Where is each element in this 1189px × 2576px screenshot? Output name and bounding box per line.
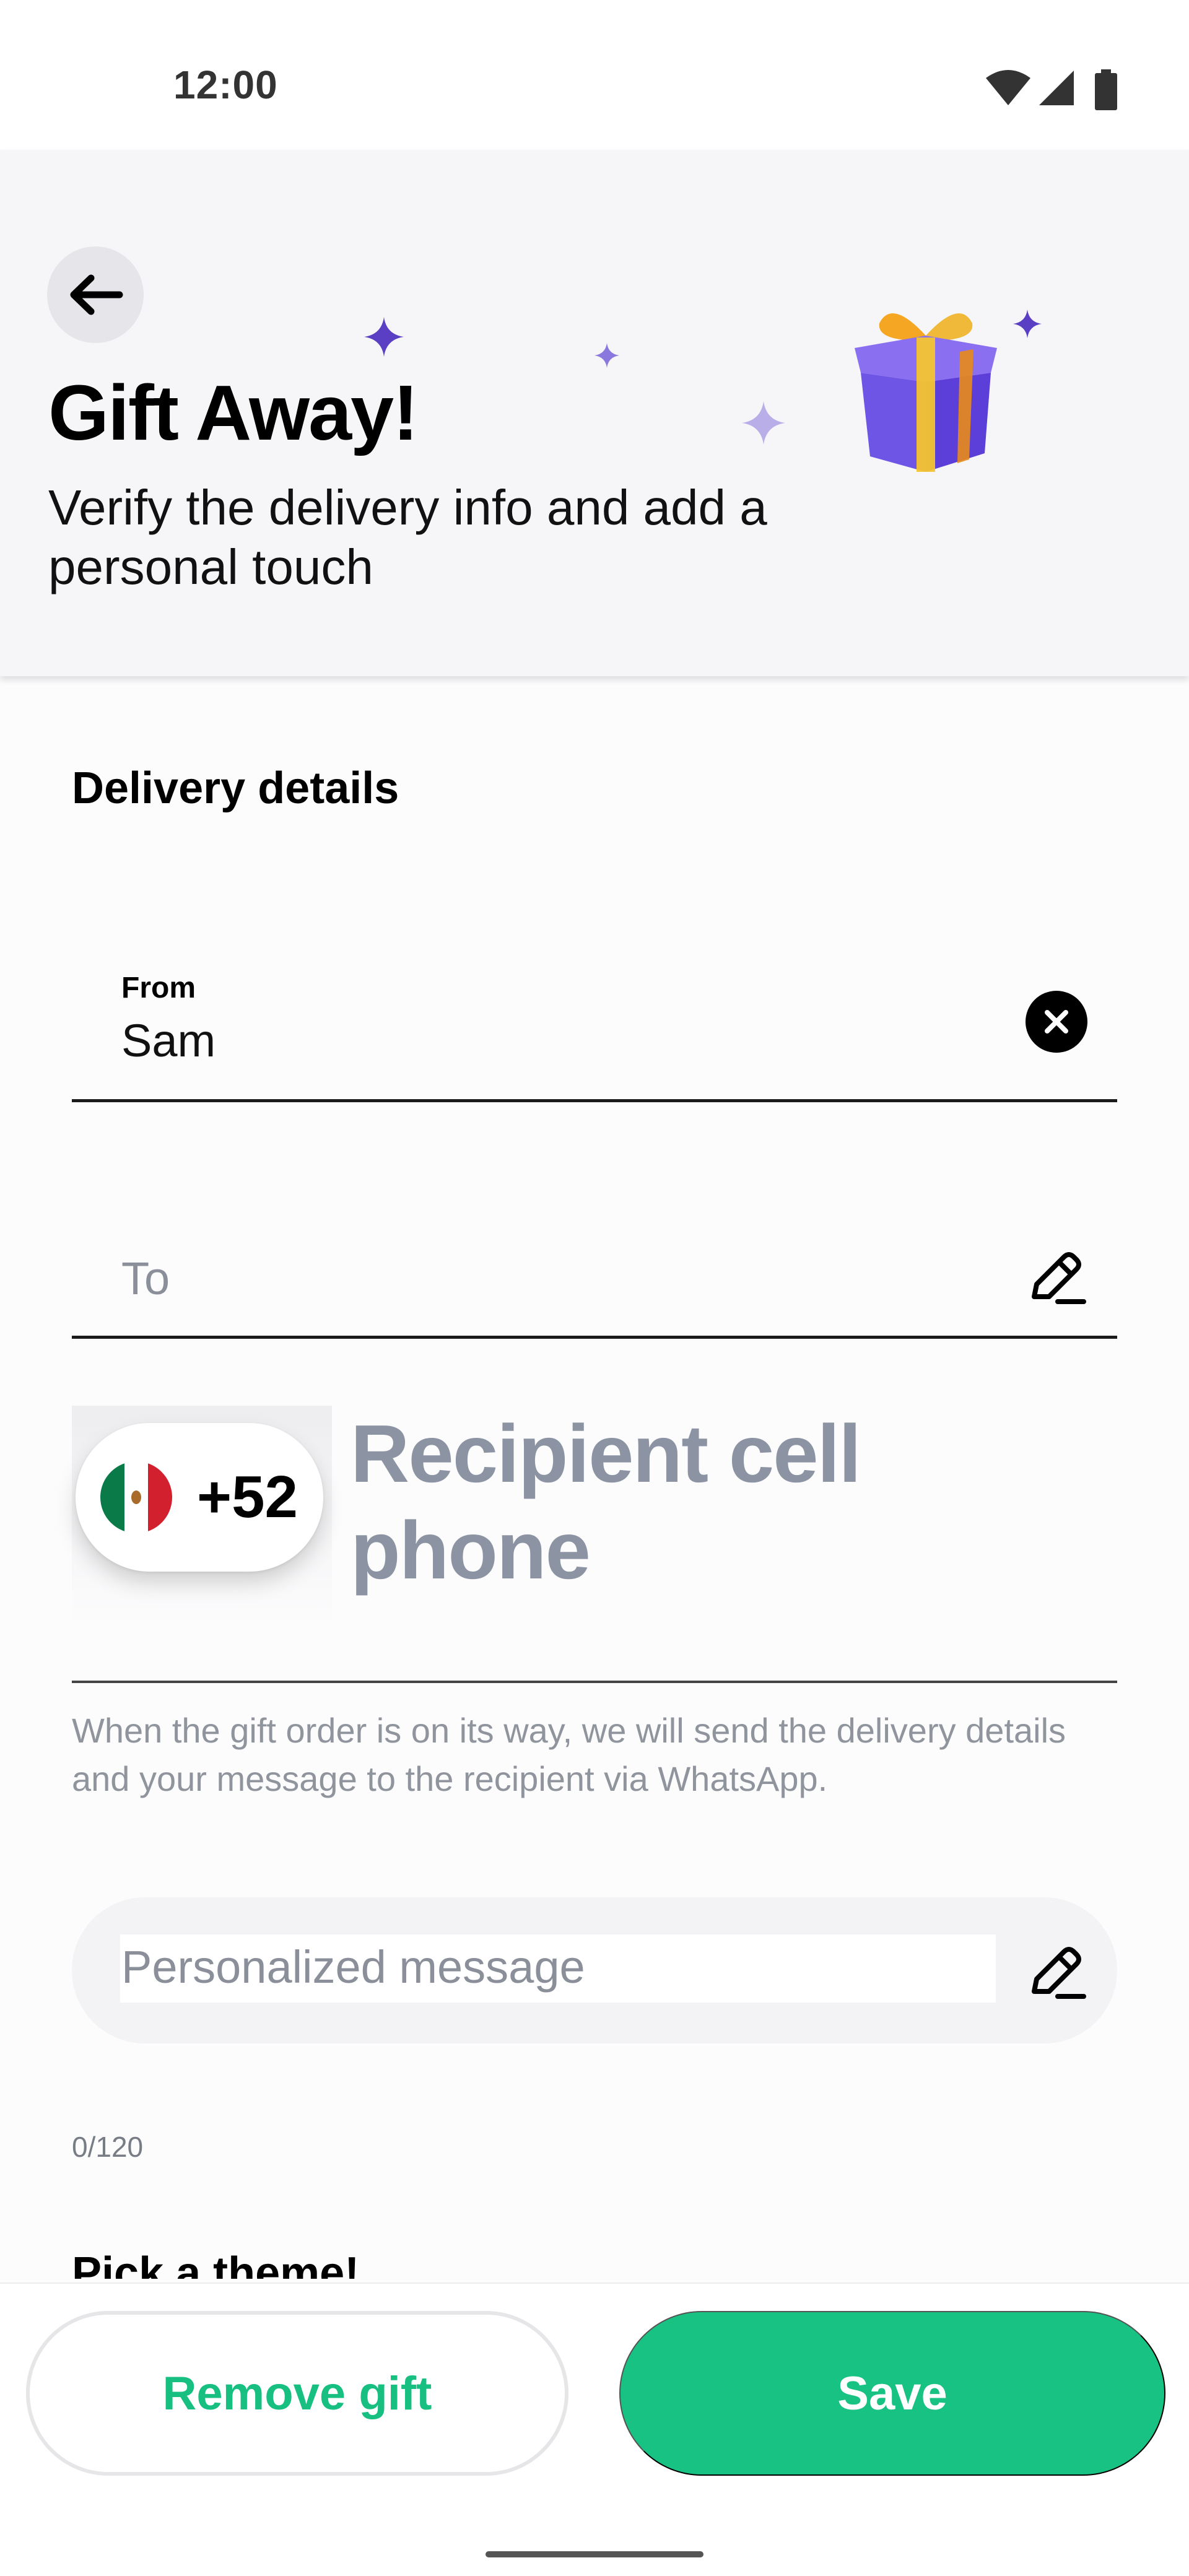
to-field[interactable]: To — [72, 1189, 1117, 1339]
remove-gift-button[interactable]: Remove gift — [26, 2311, 568, 2476]
sparkle-icon — [1013, 310, 1042, 338]
save-button[interactable]: Save — [619, 2311, 1165, 2476]
from-value[interactable]: Sam — [121, 1014, 216, 1067]
country-code: +52 — [197, 1464, 298, 1530]
edit-pencil-icon — [1032, 1252, 1086, 1304]
back-button[interactable] — [47, 246, 144, 343]
delivery-details-title: Delivery details — [72, 764, 399, 813]
sparkle-icon — [594, 343, 619, 368]
edit-message-button[interactable] — [1026, 1939, 1087, 2001]
battery-icon — [1095, 69, 1117, 110]
recipient-phone-input[interactable]: Recipient cell phone — [351, 1406, 1094, 1599]
sparkle-icon — [364, 317, 404, 357]
page-subtitle: Verify the delivery info and add a perso… — [48, 480, 767, 594]
home-indicator[interactable] — [486, 2551, 703, 2557]
gift-delivery-screen: 12:00 Gift Away! Verify the delivery inf… — [0, 0, 1189, 2576]
message-placeholder[interactable]: Personalized message — [121, 1941, 585, 1993]
mexico-flag-icon — [100, 1461, 172, 1533]
status-time: 12:00 — [173, 63, 278, 107]
clear-button[interactable] — [1026, 991, 1087, 1053]
pick-theme-title: Pick a theme! — [72, 2248, 360, 2279]
clear-icon — [1045, 1010, 1068, 1033]
helper-text: When the gift order is on its way, we wi… — [72, 1711, 1066, 1798]
edit-to-button[interactable] — [1026, 1245, 1087, 1307]
message-char-counter: 0/120 — [72, 2131, 144, 2163]
signal-icon — [1039, 71, 1074, 105]
to-placeholder[interactable]: To — [121, 1252, 170, 1305]
from-label: From — [121, 972, 196, 1004]
recipient-phone-row: +52 Recipient cell phone — [72, 1406, 1117, 1683]
arrow-left-icon — [70, 274, 123, 315]
header: Gift Away! Verify the delivery info and … — [0, 150, 1189, 676]
status-icons — [985, 69, 1133, 114]
wifi-icon — [986, 70, 1030, 105]
status-bar: 12:00 — [0, 0, 1189, 150]
country-code-selector[interactable]: +52 — [76, 1423, 323, 1572]
personalized-message-field[interactable]: Personalized message — [72, 1897, 1117, 2043]
sparkle-icon — [742, 401, 785, 445]
from-field[interactable]: From Sam — [72, 954, 1117, 1102]
gift-box-icon — [855, 313, 997, 472]
edit-pencil-icon — [1032, 1947, 1086, 1999]
footer-actions: Remove gift Save — [0, 2282, 1189, 2576]
page-title: Gift Away! — [48, 369, 419, 456]
